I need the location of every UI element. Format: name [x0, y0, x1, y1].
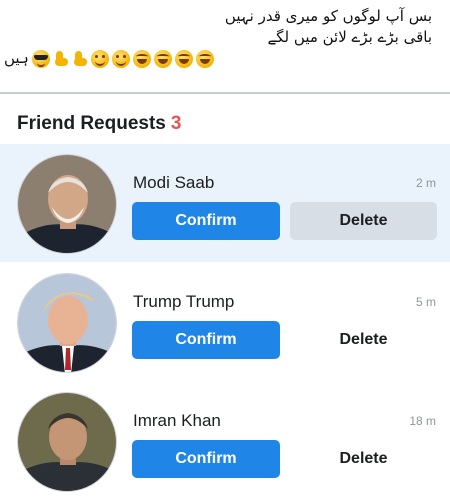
caption-line-3-text: ہیں [4, 49, 29, 67]
friend-request-item: Trump Trump 5 m Confirm Delete [0, 263, 450, 381]
confirm-button[interactable]: Confirm [132, 321, 280, 359]
confirm-button[interactable]: Confirm [132, 440, 280, 478]
flexed-arm-icon [72, 50, 88, 68]
request-count-badge: 3 [170, 113, 182, 134]
request-time: 5 m [415, 295, 436, 309]
avatar[interactable] [17, 154, 117, 254]
avatar[interactable] [17, 392, 117, 492]
requester-name[interactable]: Imran Khan [133, 411, 221, 431]
caption-line-2: باقی بڑے بڑے لائن میں لگے [267, 28, 432, 46]
laughing-emoji-icon [174, 49, 193, 68]
request-time: 2 m [415, 176, 436, 190]
friend-request-item: Modi Saab 2 m Confirm Delete [0, 144, 450, 262]
requester-name[interactable]: Trump Trump [133, 292, 234, 312]
request-time: 18 m [409, 414, 436, 428]
friend-request-item: Imran Khan 18 m Confirm Delete [0, 382, 450, 500]
laughing-emoji-icon [153, 49, 172, 68]
delete-button[interactable]: Delete [290, 321, 437, 359]
caption-line-1: بس آپ لوگوں کو میری قدر نہیں [224, 7, 432, 25]
caption-line-3: ہیں [0, 48, 432, 69]
cool-emoji-icon [31, 49, 50, 68]
laughing-emoji-icon [195, 49, 214, 68]
friend-requests-header: Friend Requests 3 [0, 94, 450, 144]
requester-name[interactable]: Modi Saab [133, 173, 214, 193]
meme-caption: بس آپ لوگوں کو میری قدر نہیں باقی بڑے بڑ… [0, 0, 450, 92]
avatar[interactable] [17, 273, 117, 373]
page-title: Friend Requests [17, 113, 166, 134]
delete-button[interactable]: Delete [290, 440, 437, 478]
laughing-emoji-icon [132, 49, 151, 68]
smiling-emoji-icon [111, 49, 130, 68]
flexed-arm-icon [53, 50, 69, 68]
smiling-emoji-icon [90, 49, 109, 68]
confirm-button[interactable]: Confirm [132, 202, 280, 240]
delete-button[interactable]: Delete [290, 202, 437, 240]
